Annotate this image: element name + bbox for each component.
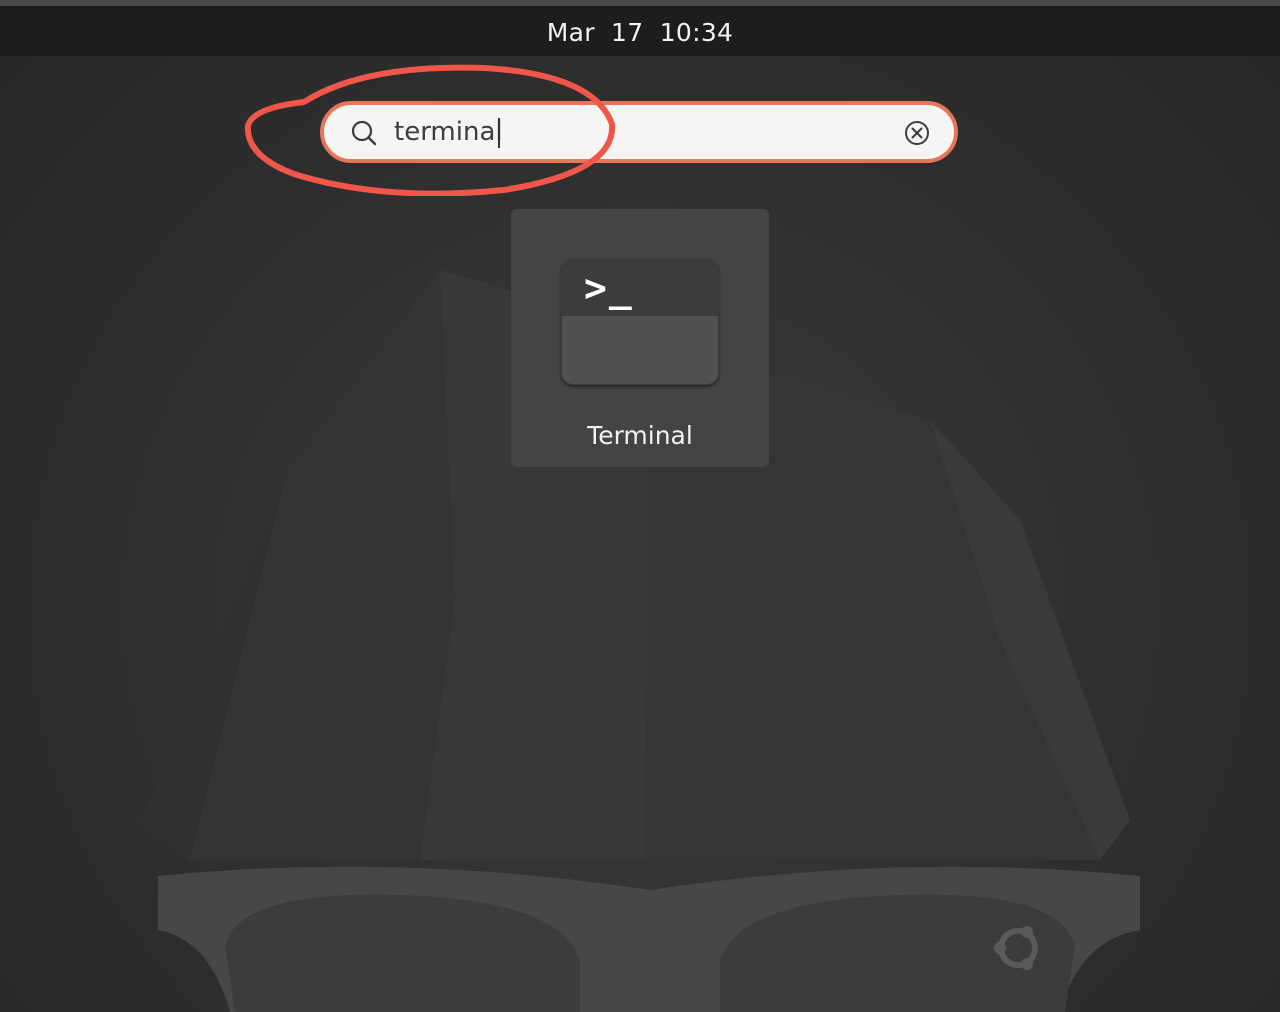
clock[interactable]: Mar 17 10:34 (0, 18, 1280, 47)
ubuntu-logo-icon (994, 926, 1038, 970)
app-result-label: Terminal (587, 421, 693, 450)
terminal-app-icon: >_ (561, 259, 719, 385)
clear-icon[interactable] (904, 120, 930, 146)
top-bar: Mar 17 10:34 (0, 0, 1280, 56)
desktop-screen: Mar 17 10:34 >_ Terminal (0, 0, 1280, 1012)
annotation-ellipse (244, 64, 616, 196)
terminal-prompt-glyph: >_ (584, 266, 634, 310)
app-result-terminal[interactable]: >_ Terminal (511, 209, 769, 467)
